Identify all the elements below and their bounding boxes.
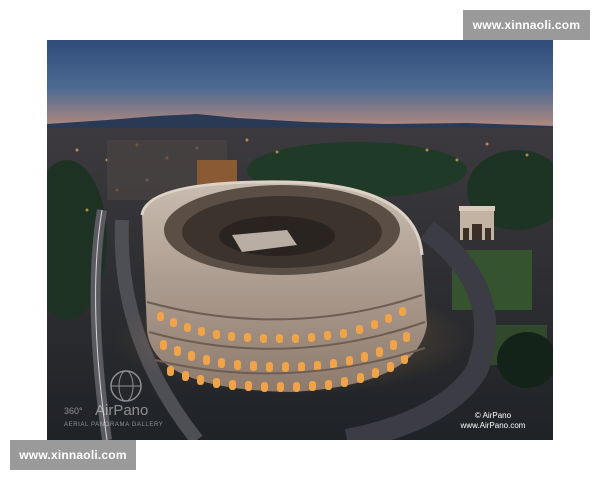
airpano-360-text: 360° bbox=[64, 406, 83, 416]
airpano-brand-text: AirPano bbox=[95, 402, 148, 419]
watermark-badge-bottom: www.xinnaoli.com bbox=[10, 440, 136, 470]
credit-line-2: www.AirPano.com bbox=[460, 421, 526, 430]
watermark-text-top: www.xinnaoli.com bbox=[472, 18, 581, 32]
arch-of-constantine bbox=[459, 206, 495, 240]
colosseum-photo: 360° AirPano AERIAL PANORAMA GALLERY © A… bbox=[47, 40, 553, 440]
airpano-gallery-text: AERIAL PANORAMA GALLERY bbox=[64, 422, 163, 428]
watermark-text-bottom: www.xinnaoli.com bbox=[19, 448, 127, 462]
watermark-badge-top: www.xinnaoli.com bbox=[463, 10, 590, 40]
sky bbox=[47, 40, 553, 128]
colosseum bbox=[140, 180, 427, 392]
credit-line-1: © AirPano bbox=[475, 411, 512, 420]
